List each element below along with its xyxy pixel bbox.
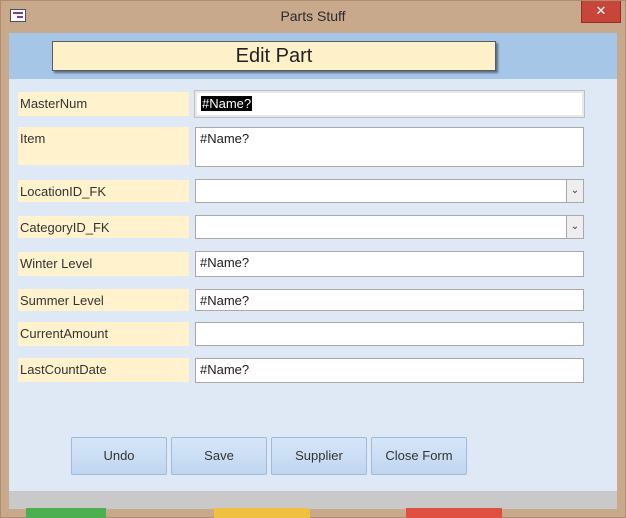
chevron-down-icon[interactable]: ⌄ xyxy=(566,180,583,202)
save-button[interactable]: Save xyxy=(171,437,267,475)
form-title: Edit Part xyxy=(52,41,496,71)
background-strip xyxy=(26,508,106,518)
undo-button[interactable]: Undo xyxy=(71,437,167,475)
categoryid-fk-combo[interactable]: ⌄ xyxy=(195,215,584,239)
item-field[interactable]: #Name? xyxy=(195,127,584,167)
currentamount-label: CurrentAmount xyxy=(18,322,189,346)
masternum-value: #Name? xyxy=(201,96,253,111)
winter-level-label: Winter Level xyxy=(18,252,189,276)
supplier-button[interactable]: Supplier xyxy=(271,437,367,475)
chevron-down-icon[interactable]: ⌄ xyxy=(566,216,583,238)
masternum-label: MasterNum xyxy=(18,92,189,116)
masternum-field[interactable]: #Name? xyxy=(194,90,585,118)
summer-level-field[interactable]: #Name? xyxy=(195,289,584,311)
currentamount-field[interactable] xyxy=(195,322,584,346)
background-strip xyxy=(406,508,502,518)
close-form-button[interactable]: Close Form xyxy=(371,437,467,475)
lastcountdate-field[interactable]: #Name? xyxy=(195,358,584,383)
locationid-fk-label: LocationID_FK xyxy=(18,180,189,202)
close-window-button[interactable]: ✕ xyxy=(581,1,621,23)
winter-level-field[interactable]: #Name? xyxy=(195,251,584,277)
title-bar[interactable]: Parts Stuff ✕ xyxy=(1,1,625,33)
locationid-fk-combo[interactable]: ⌄ xyxy=(195,179,584,203)
background-strip xyxy=(214,508,310,518)
form-body: Edit Part MasterNum #Name? Item #Name? L… xyxy=(9,33,617,509)
access-form-window: Parts Stuff ✕ Edit Part MasterNum #Name?… xyxy=(0,0,626,518)
window-title: Parts Stuff xyxy=(280,8,346,24)
categoryid-fk-label: CategoryID_FK xyxy=(18,216,189,238)
form-header: Edit Part xyxy=(9,33,617,79)
lastcountdate-label: LastCountDate xyxy=(18,358,189,382)
form-footer xyxy=(9,491,617,509)
item-label: Item xyxy=(18,127,189,165)
summer-level-label: Summer Level xyxy=(18,289,189,311)
